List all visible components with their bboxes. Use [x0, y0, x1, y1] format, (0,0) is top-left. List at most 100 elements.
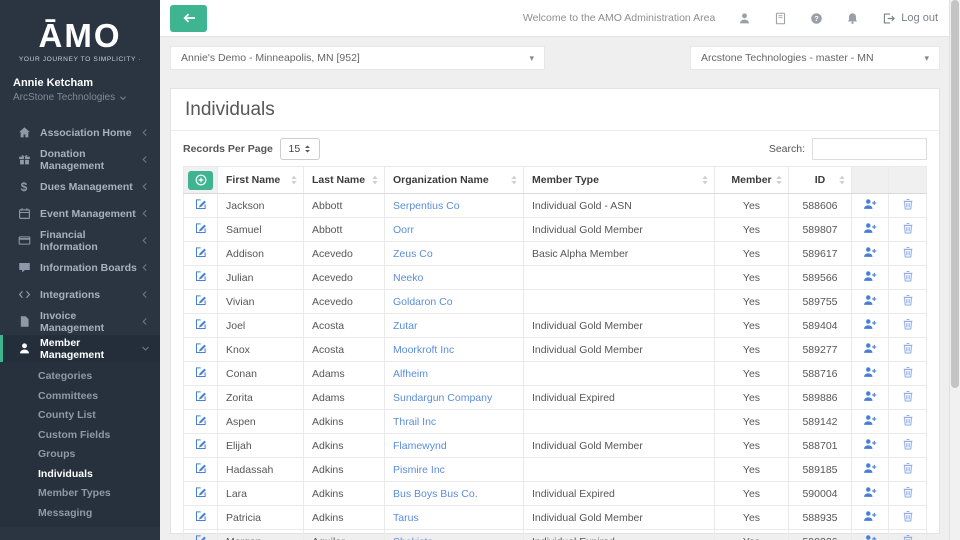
edit-record-button[interactable]: [184, 290, 218, 314]
logout-button[interactable]: Log out: [882, 12, 938, 25]
organization-link[interactable]: Serpentius Co: [385, 194, 524, 218]
back-button[interactable]: [170, 5, 207, 32]
assign-user-button[interactable]: [852, 218, 889, 242]
assign-user-button[interactable]: [852, 290, 889, 314]
delete-record-button[interactable]: [889, 362, 927, 386]
organization-link[interactable]: Zeus Co: [385, 242, 524, 266]
delete-record-button[interactable]: [889, 338, 927, 362]
member-type-cell: Individual Gold Member: [524, 218, 715, 242]
edit-record-button[interactable]: [184, 266, 218, 290]
organization-link[interactable]: Pismire Inc: [385, 458, 524, 482]
edit-record-button[interactable]: [184, 314, 218, 338]
sidebar-subitem-committees[interactable]: Committees: [0, 387, 160, 407]
book-icon[interactable]: [774, 12, 787, 25]
delete-record-button[interactable]: [889, 242, 927, 266]
delete-record-button[interactable]: [889, 458, 927, 482]
header-member[interactable]: Member: [715, 167, 789, 194]
scrollbar-thumb[interactable]: [951, 0, 959, 388]
assign-user-button[interactable]: [852, 242, 889, 266]
delete-record-button[interactable]: [889, 410, 927, 434]
edit-record-button[interactable]: [184, 194, 218, 218]
edit-record-button[interactable]: [184, 458, 218, 482]
delete-record-button[interactable]: [889, 482, 927, 506]
delete-record-button[interactable]: [889, 290, 927, 314]
user-org-dropdown[interactable]: ArcStone Technologies: [13, 92, 160, 103]
caret-down-icon: ▾: [924, 53, 929, 64]
assign-user-button[interactable]: [852, 530, 889, 540]
assign-user-button[interactable]: [852, 338, 889, 362]
assign-user-button[interactable]: [852, 482, 889, 506]
delete-record-button[interactable]: [889, 506, 927, 530]
header-organization-name[interactable]: Organization Name: [385, 167, 524, 194]
delete-record-button[interactable]: [889, 434, 927, 458]
sidebar-subitem-groups[interactable]: Groups: [0, 445, 160, 465]
organization-link[interactable]: Alfheim: [385, 362, 524, 386]
records-per-page-select[interactable]: 15: [280, 138, 320, 160]
organization-link[interactable]: Shakista: [385, 530, 524, 540]
organization-link[interactable]: Thrail Inc: [385, 410, 524, 434]
organization-link[interactable]: Neeko: [385, 266, 524, 290]
edit-record-button[interactable]: [184, 218, 218, 242]
organization-link[interactable]: Oorr: [385, 218, 524, 242]
organization-select[interactable]: Arcstone Technologies - master - MN ▾: [690, 46, 940, 70]
sidebar-item-donation-management[interactable]: Donation Management: [0, 146, 160, 173]
header-id[interactable]: ID: [789, 167, 852, 194]
sidebar-item-financial-information[interactable]: Financial Information: [0, 227, 160, 254]
person-icon[interactable]: [738, 12, 751, 25]
sidebar-subitem-member-types[interactable]: Member Types: [0, 484, 160, 504]
association-select[interactable]: Annie's Demo - Minneapolis, MN [952] ▾: [170, 46, 545, 70]
sidebar-item-event-management[interactable]: Event Management: [0, 200, 160, 227]
assign-user-button[interactable]: [852, 434, 889, 458]
assign-user-button[interactable]: [852, 362, 889, 386]
assign-user-button[interactable]: [852, 506, 889, 530]
bell-icon[interactable]: [846, 12, 859, 25]
sidebar-item-invoice-management[interactable]: Invoice Management: [0, 308, 160, 335]
sidebar-item-information-boards[interactable]: Information Boards: [0, 254, 160, 281]
sidebar-subitem-custom-fields[interactable]: Custom Fields: [0, 426, 160, 446]
assign-user-button[interactable]: [852, 410, 889, 434]
sidebar-item-member-management[interactable]: Member Management: [0, 335, 160, 362]
edit-record-button[interactable]: [184, 362, 218, 386]
sidebar-item-dues-management[interactable]: $ Dues Management: [0, 173, 160, 200]
edit-record-button[interactable]: [184, 482, 218, 506]
edit-record-button[interactable]: [184, 410, 218, 434]
edit-record-button[interactable]: [184, 434, 218, 458]
organization-link[interactable]: Bus Boys Bus Co.: [385, 482, 524, 506]
organization-link[interactable]: Tarus: [385, 506, 524, 530]
header-member-type[interactable]: Member Type: [524, 167, 715, 194]
sidebar-subitem-categories[interactable]: Categories: [0, 367, 160, 387]
sidebar-item-association-home[interactable]: Association Home: [0, 119, 160, 146]
sidebar-subitem-county-list[interactable]: County List: [0, 406, 160, 426]
edit-record-button[interactable]: [184, 338, 218, 362]
edit-record-button[interactable]: [184, 386, 218, 410]
sidebar-subitem-individuals[interactable]: Individuals: [0, 465, 160, 485]
organization-link[interactable]: Moorkroft Inc: [385, 338, 524, 362]
edit-record-button[interactable]: [184, 530, 218, 540]
edit-record-button[interactable]: [184, 506, 218, 530]
edit-record-button[interactable]: [184, 242, 218, 266]
sidebar-subitem-messaging[interactable]: Messaging: [0, 504, 160, 524]
table-row: Samuel Abbott Oorr Individual Gold Membe…: [184, 218, 927, 242]
sidebar-item-integrations[interactable]: Integrations: [0, 281, 160, 308]
organization-link[interactable]: Sundargun Company: [385, 386, 524, 410]
organization-link[interactable]: Zutar: [385, 314, 524, 338]
assign-user-button[interactable]: [852, 194, 889, 218]
delete-record-button[interactable]: [889, 218, 927, 242]
assign-user-button[interactable]: [852, 458, 889, 482]
header-first-name[interactable]: First Name: [218, 167, 304, 194]
assign-user-button[interactable]: [852, 266, 889, 290]
delete-record-button[interactable]: [889, 314, 927, 338]
assign-user-button[interactable]: [852, 386, 889, 410]
header-last-name[interactable]: Last Name: [304, 167, 385, 194]
search-input[interactable]: [812, 138, 927, 160]
page-scrollbar[interactable]: [949, 0, 960, 540]
assign-user-button[interactable]: [852, 314, 889, 338]
delete-record-button[interactable]: [889, 386, 927, 410]
help-icon[interactable]: ?: [810, 12, 823, 25]
organization-link[interactable]: Goldaron Co: [385, 290, 524, 314]
delete-record-button[interactable]: [889, 194, 927, 218]
delete-record-button[interactable]: [889, 266, 927, 290]
add-record-button[interactable]: [188, 171, 213, 190]
organization-link[interactable]: Flamewynd: [385, 434, 524, 458]
delete-record-button[interactable]: [889, 530, 927, 540]
